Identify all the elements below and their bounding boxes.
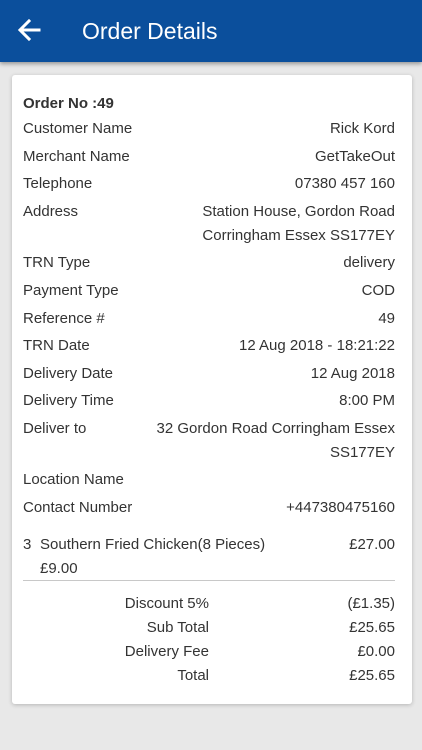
field-label: Delivery Time — [23, 392, 114, 409]
item-unit-price: £9.00 — [40, 560, 78, 577]
field-value-line2: SS177EY — [329, 444, 395, 461]
item-total: £27.00 — [349, 536, 395, 553]
field-value: GetTakeOut — [314, 148, 395, 165]
item-name: Southern Fried Chicken(8 Pieces) — [40, 536, 266, 553]
field-value-line2: Corringham Essex SS177EY — [202, 227, 395, 244]
field-label: Payment Type — [23, 282, 119, 299]
field-label: Telephone — [23, 175, 93, 192]
order-item: 3 Southern Fried Chicken(8 Pieces) £27.0… — [23, 533, 395, 581]
field-label: Customer Name — [23, 120, 133, 137]
field-label: TRN Date — [23, 337, 90, 354]
arrow-left-icon — [17, 18, 41, 42]
divider — [23, 580, 395, 581]
field-label: Delivery Date — [23, 365, 114, 382]
summary-label: Total — [177, 667, 209, 684]
field-label: Location Name — [23, 471, 124, 488]
back-button[interactable] — [14, 15, 44, 45]
page-title: Order Details — [82, 18, 218, 44]
summary-value: £25.65 — [349, 619, 395, 636]
summary-label: Sub Total — [146, 619, 209, 636]
summary-value: £0.00 — [357, 643, 395, 660]
field-value: 8:00 PM — [339, 392, 395, 409]
item-quantity: 3 — [23, 536, 32, 553]
field-value: 12 Aug 2018 - 18:21:22 — [239, 337, 395, 354]
field-value: delivery — [343, 254, 395, 271]
field-value: 07380 457 160 — [294, 175, 395, 192]
app-bar: Order Details — [0, 0, 422, 62]
field-value: Station House, Gordon Road — [202, 203, 395, 220]
order-number: Order No :49 — [23, 95, 114, 112]
field-label: Reference # — [23, 310, 105, 327]
field-value: 32 Gordon Road Corringham Essex — [156, 420, 395, 437]
field-label: Address — [23, 203, 79, 220]
field-label: TRN Type — [23, 254, 91, 271]
field-value: 49 — [378, 310, 395, 327]
field-label: Merchant Name — [23, 148, 130, 165]
address-row: Address Station House, Gordon Road Corri… — [23, 200, 395, 248]
field-value: +447380475160 — [286, 499, 395, 516]
deliver-to-row: Deliver to 32 Gordon Road Corringham Ess… — [23, 417, 395, 465]
field-value: COD — [361, 282, 395, 299]
summary-value: (£1.35) — [347, 595, 395, 612]
order-details-card: Order No :49 Customer Name Rick Kord Mer… — [12, 75, 412, 704]
field-label: Deliver to — [23, 420, 87, 437]
summary-value: £25.65 — [349, 667, 395, 684]
field-value: Rick Kord — [329, 120, 395, 137]
field-label: Contact Number — [23, 499, 133, 516]
summary-label: Discount 5% — [124, 595, 209, 612]
field-value: 12 Aug 2018 — [310, 365, 395, 382]
summary-label: Delivery Fee — [124, 643, 209, 660]
